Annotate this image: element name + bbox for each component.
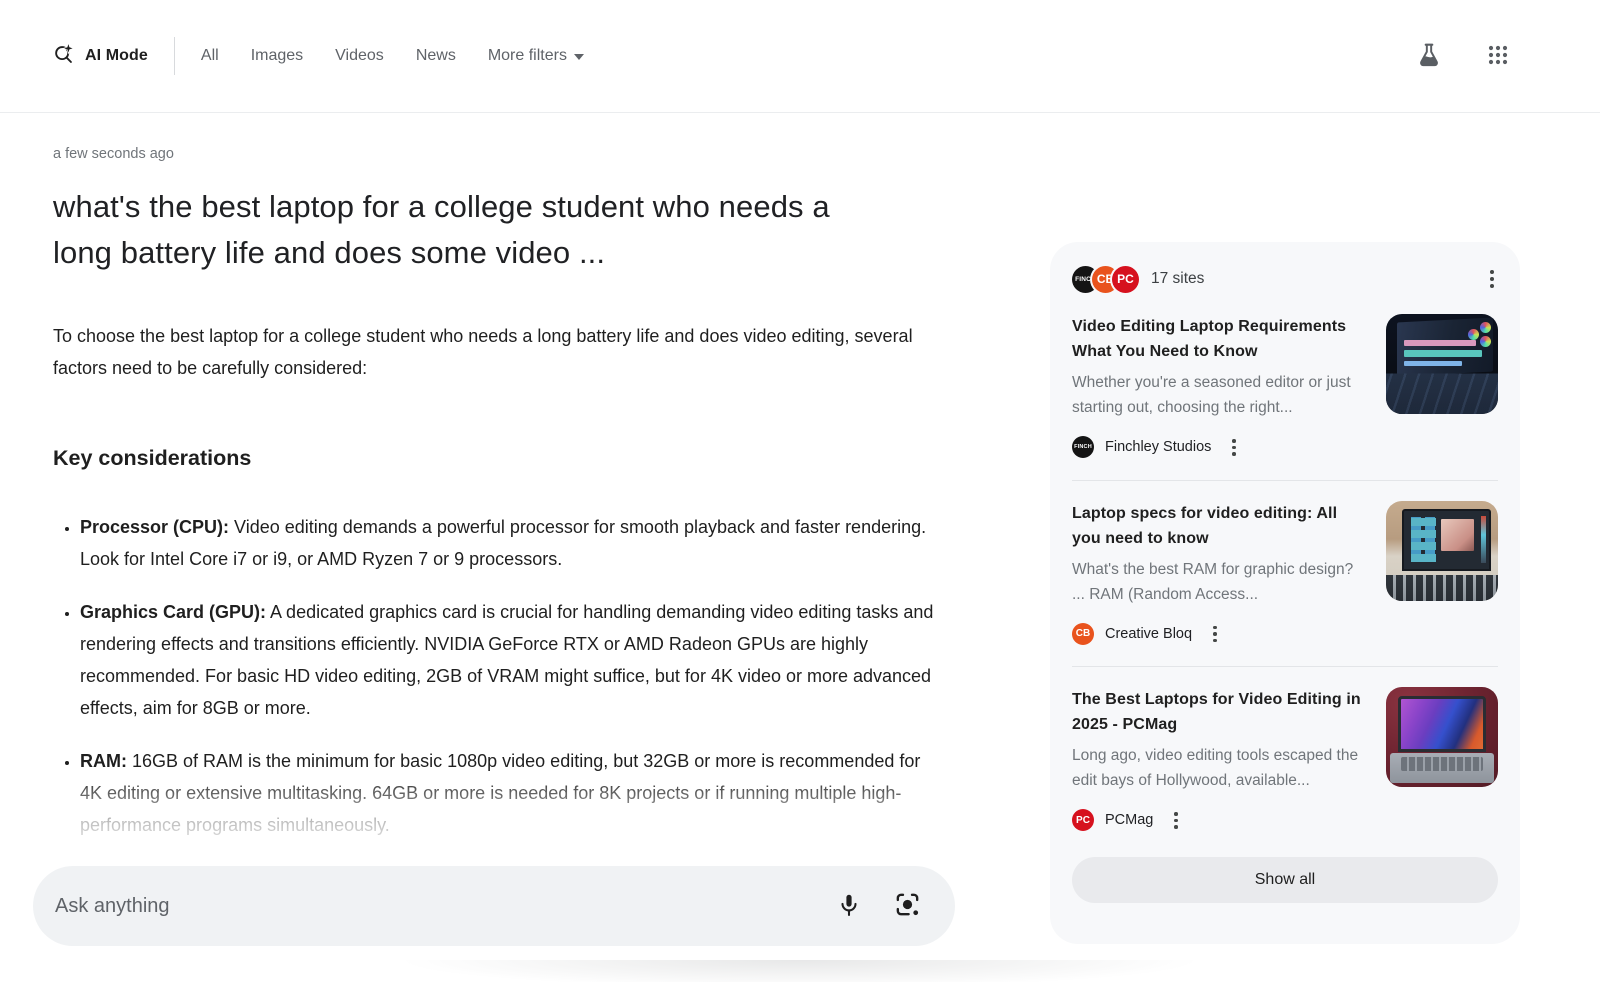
article-title: Laptop specs for video editing: All you … (1072, 501, 1370, 551)
article-title: Video Editing Laptop Requirements What Y… (1072, 314, 1370, 364)
bullet-lead: Graphics Card (GPU): (80, 602, 266, 622)
ask-anything-input[interactable] (33, 866, 832, 946)
ask-anything-bar (33, 866, 955, 946)
source-favicon-stack: FINCH CB PC (1072, 266, 1139, 293)
result-type-tabs: All Images Videos News More filters (201, 47, 584, 65)
considerations-list: Processor (CPU): Video editing demands a… (53, 511, 945, 841)
source-attribution-row[interactable]: CB Creative Bloq (1072, 622, 1498, 647)
list-item-cpu: Processor (CPU): Video editing demands a… (80, 511, 945, 575)
sources-panel-header: FINCH CB PC 17 sites (1072, 264, 1498, 294)
show-all-button[interactable]: Show all (1072, 857, 1498, 903)
section-heading: Key considerations (53, 446, 958, 471)
ai-mode-sparkle-search-icon (53, 43, 75, 70)
tab-ai-mode-label: AI Mode (85, 47, 148, 65)
bullet-lead: Processor (CPU): (80, 517, 229, 537)
voice-search-button[interactable] (832, 888, 866, 925)
bullet-lead: RAM: (80, 751, 127, 771)
article-snippet: What's the best RAM for graphic design? … (1072, 557, 1370, 607)
answer-timestamp: a few seconds ago (53, 146, 958, 162)
article-thumbnail (1386, 314, 1498, 414)
tab-ai-mode[interactable]: AI Mode (53, 43, 148, 70)
lens-camera-icon (894, 891, 921, 921)
list-item-gpu: Graphics Card (GPU): A dedicated graphic… (80, 596, 945, 724)
tab-all[interactable]: All (201, 47, 219, 65)
query-title: what's the best laptop for a college stu… (53, 184, 888, 276)
article-thumbnail (1386, 501, 1498, 601)
source-card[interactable]: Laptop specs for video editing: All you … (1072, 481, 1498, 607)
sources-panel: FINCH CB PC 17 sites Video Editing Lapto… (1050, 242, 1520, 944)
apps-grid-icon (1486, 43, 1510, 70)
article-thumbnail (1386, 687, 1498, 787)
source-name: Creative Bloq (1105, 626, 1192, 642)
search-filter-bar: AI Mode All Images Videos News More filt… (0, 0, 1600, 113)
favicon-pcmag: PC (1112, 266, 1139, 293)
tab-videos[interactable]: Videos (335, 47, 384, 65)
favicon-pcmag: PC (1072, 809, 1094, 831)
card-kebab-menu-icon[interactable] (1209, 622, 1221, 647)
source-card[interactable]: Video Editing Laptop Requirements What Y… (1072, 294, 1498, 420)
google-lens-button[interactable] (890, 887, 925, 925)
bullet-text: 16GB of RAM is the minimum for basic 108… (80, 751, 920, 835)
sites-count-label: 17 sites (1151, 270, 1204, 288)
source-card[interactable]: The Best Laptops for Video Editing in 20… (1072, 667, 1498, 793)
source-name: PCMag (1105, 812, 1153, 828)
labs-flask-icon (1416, 42, 1442, 71)
ai-mode-results-page: AI Mode All Images Videos News More filt… (0, 0, 1600, 982)
article-title: The Best Laptops for Video Editing in 20… (1072, 687, 1370, 737)
article-snippet: Whether you're a seasoned editor or just… (1072, 370, 1370, 420)
favicon-finchley: FINCH (1072, 436, 1094, 458)
source-name: Finchley Studios (1105, 439, 1211, 455)
bottom-scroll-shadow (280, 960, 1320, 982)
labs-button[interactable] (1412, 38, 1446, 75)
favicon-creative-bloq: CB (1072, 623, 1094, 645)
source-attribution-row[interactable]: PC PCMag (1072, 808, 1498, 833)
more-filters-dropdown[interactable]: More filters (488, 47, 584, 65)
more-filters-label: More filters (488, 47, 567, 65)
article-snippet: Long ago, video editing tools escaped th… (1072, 743, 1370, 793)
list-item-ram: RAM: 16GB of RAM is the minimum for basi… (80, 745, 945, 841)
microphone-icon (836, 892, 862, 921)
source-attribution-row[interactable]: FINCH Finchley Studios (1072, 435, 1498, 460)
tab-images[interactable]: Images (251, 47, 303, 65)
card-kebab-menu-icon[interactable] (1228, 435, 1240, 460)
google-apps-button[interactable] (1482, 39, 1514, 74)
ai-answer-column: a few seconds ago what's the best laptop… (53, 113, 958, 841)
panel-kebab-menu-icon[interactable] (1486, 266, 1498, 292)
nav-divider (174, 37, 175, 75)
card-kebab-menu-icon[interactable] (1170, 808, 1182, 833)
tab-news[interactable]: News (416, 47, 456, 65)
answer-intro-paragraph: To choose the best laptop for a college … (53, 320, 933, 384)
chevron-down-icon (574, 54, 584, 60)
